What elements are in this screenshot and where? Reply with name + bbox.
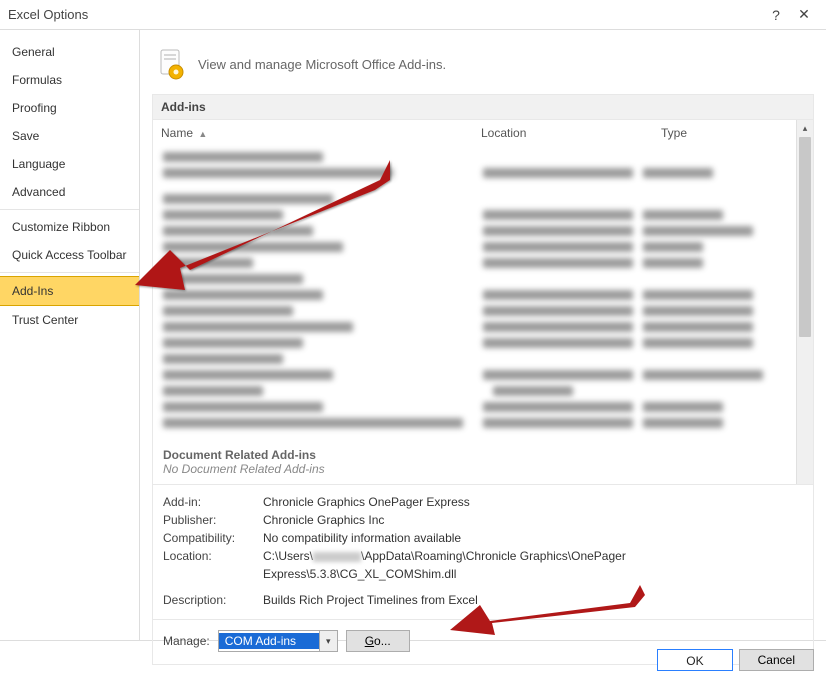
scroll-up-icon[interactable]: ▴ — [797, 120, 813, 137]
col-location-header[interactable]: Location — [481, 126, 661, 140]
window-title: Excel Options — [8, 7, 762, 22]
sidebar-item-advanced[interactable]: Advanced — [0, 178, 139, 206]
col-name-header[interactable]: Name — [161, 126, 193, 140]
detail-compat-value: No compatibility information available — [263, 529, 803, 547]
detail-addin-label: Add-in: — [163, 493, 263, 511]
sidebar-item-proofing[interactable]: Proofing — [0, 94, 139, 122]
redacted-username — [313, 552, 361, 562]
sidebar: General Formulas Proofing Save Language … — [0, 30, 140, 640]
sidebar-item-language[interactable]: Language — [0, 150, 139, 178]
sidebar-item-formulas[interactable]: Formulas — [0, 66, 139, 94]
heading-text: View and manage Microsoft Office Add-ins… — [198, 57, 446, 72]
sidebar-item-general[interactable]: General — [0, 38, 139, 66]
help-icon[interactable]: ? — [762, 7, 790, 23]
detail-location-label: Location: — [163, 547, 263, 583]
sidebar-item-trust-center[interactable]: Trust Center — [0, 306, 139, 334]
sidebar-item-quick-access-toolbar[interactable]: Quick Access Toolbar — [0, 241, 139, 269]
chevron-down-icon: ▾ — [319, 631, 337, 651]
document-related-addins: Document Related Add-ins No Document Rel… — [153, 440, 813, 484]
detail-location-value: C:\Users\\AppData\Roaming\Chronicle Grap… — [263, 547, 803, 583]
sidebar-item-save[interactable]: Save — [0, 122, 139, 150]
sidebar-item-add-ins[interactable]: Add-Ins — [0, 276, 139, 306]
go-button[interactable]: Go... — [346, 630, 410, 652]
addin-details: Add-in:Chronicle Graphics OnePager Expre… — [153, 484, 813, 619]
detail-desc-label: Description: — [163, 591, 263, 609]
sidebar-item-customize-ribbon[interactable]: Customize Ribbon — [0, 213, 139, 241]
detail-publisher-label: Publisher: — [163, 511, 263, 529]
scroll-thumb[interactable] — [799, 137, 811, 337]
sort-asc-icon: ▲ — [198, 129, 207, 139]
scrollbar[interactable]: ▴ — [796, 120, 813, 484]
manage-dropdown[interactable]: COM Add-ins ▾ — [218, 630, 338, 652]
manage-dropdown-value: COM Add-ins — [219, 633, 319, 649]
close-icon[interactable]: ✕ — [790, 6, 818, 23]
doc-related-empty: No Document Related Add-ins — [163, 462, 803, 476]
doc-related-title: Document Related Add-ins — [163, 448, 803, 462]
section-title-addins: Add-ins — [152, 94, 814, 120]
detail-publisher-value: Chronicle Graphics Inc — [263, 511, 803, 529]
manage-label: Manage: — [163, 634, 210, 648]
addins-list: Name ▲ Location Type — [152, 120, 814, 665]
table-header: Name ▲ Location Type — [153, 120, 813, 146]
detail-addin-value: Chronicle Graphics OnePager Express — [263, 493, 803, 511]
ok-button[interactable]: OK — [657, 649, 732, 671]
titlebar: Excel Options ? ✕ — [0, 0, 826, 30]
heading: View and manage Microsoft Office Add-ins… — [152, 42, 814, 94]
addins-settings-icon — [156, 48, 186, 80]
addins-rows-redacted — [153, 146, 813, 440]
col-type-header[interactable]: Type — [661, 126, 805, 140]
detail-desc-value: Builds Rich Project Timelines from Excel — [263, 591, 803, 609]
detail-compat-label: Compatibility: — [163, 529, 263, 547]
cancel-button[interactable]: Cancel — [739, 649, 814, 671]
